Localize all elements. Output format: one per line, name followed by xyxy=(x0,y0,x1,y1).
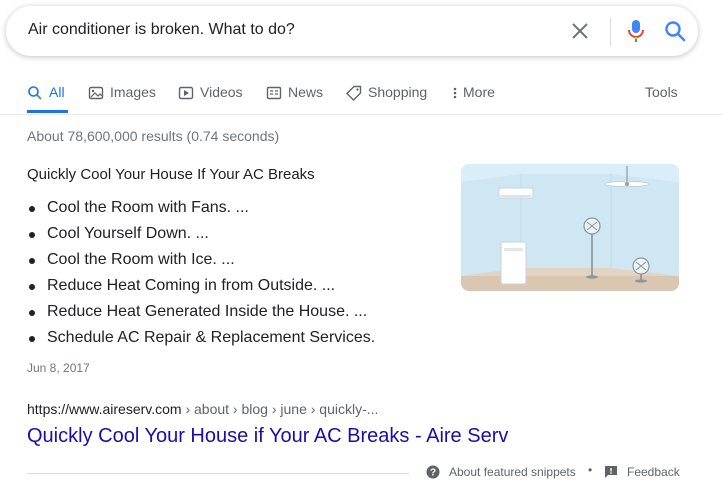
more-vert-icon xyxy=(452,85,458,101)
list-item: Cool the Room with Fans. ... xyxy=(28,198,375,224)
feedback-link[interactable]: Feedback xyxy=(604,465,680,479)
snippet-list: Cool the Room with Fans. ... Cool Yourse… xyxy=(27,198,375,354)
result-url[interactable]: https://www.aireserv.com › about › blog … xyxy=(27,401,378,417)
about-label: About featured snippets xyxy=(449,465,576,479)
list-item: Schedule AC Repair & Replacement Service… xyxy=(28,328,375,354)
tab-all[interactable]: All xyxy=(27,76,68,113)
tab-news[interactable]: News xyxy=(266,76,323,113)
result-url-domain: https://www.aireserv.com xyxy=(27,401,182,417)
tab-label: More xyxy=(463,84,495,100)
tab-shopping[interactable]: Shopping xyxy=(346,76,427,113)
tab-images[interactable]: Images xyxy=(88,76,156,113)
feedback-icon xyxy=(604,465,618,479)
list-item: Reduce Heat Coming in from Outside. ... xyxy=(28,276,375,302)
tab-label: Images xyxy=(110,84,156,100)
about-featured-snippets-link[interactable]: ? About featured snippets xyxy=(426,465,576,479)
search-input[interactable]: Air conditioner is broken. What to do? xyxy=(28,21,295,39)
result-stats: About 78,600,000 results (0.74 seconds) xyxy=(27,128,280,144)
search-divider xyxy=(610,18,611,46)
list-item: Reduce Heat Generated Inside the House. … xyxy=(28,302,375,328)
search-icon xyxy=(27,85,43,101)
tab-label: Shopping xyxy=(368,84,428,100)
search-icon[interactable] xyxy=(663,19,687,43)
tab-label: All xyxy=(49,84,65,100)
help-icon: ? xyxy=(426,465,440,479)
play-icon xyxy=(178,85,194,101)
snippet-image[interactable] xyxy=(461,164,679,291)
divider xyxy=(27,473,409,474)
close-icon[interactable] xyxy=(568,19,592,43)
tag-icon xyxy=(346,85,362,101)
svg-text:?: ? xyxy=(430,468,436,479)
result-title-link[interactable]: Quickly Cool Your House if Your AC Break… xyxy=(27,425,508,448)
list-item: Cool the Room with Ice. ... xyxy=(28,250,375,276)
list-item: Cool Yourself Down. ... xyxy=(28,224,375,250)
microphone-icon[interactable] xyxy=(624,18,648,44)
tools-button[interactable]: Tools xyxy=(645,84,678,100)
feedback-label: Feedback xyxy=(627,465,680,479)
result-url-path: › about › blog › june › quickly-... xyxy=(181,401,379,417)
search-box[interactable]: Air conditioner is broken. What to do? xyxy=(6,6,698,56)
snippet-date: Jun 8, 2017 xyxy=(27,361,90,375)
image-icon xyxy=(88,85,104,101)
news-icon xyxy=(266,85,282,101)
tab-videos[interactable]: Videos xyxy=(178,76,243,113)
tab-label: News xyxy=(288,84,324,100)
footer-separator: • xyxy=(588,463,593,477)
snippet-title: Quickly Cool Your House If Your AC Break… xyxy=(27,166,315,183)
search-tabs: All Images Videos News Shopping More Too… xyxy=(0,76,722,115)
tab-label: Videos xyxy=(200,84,243,100)
tab-more[interactable]: More xyxy=(452,76,495,113)
